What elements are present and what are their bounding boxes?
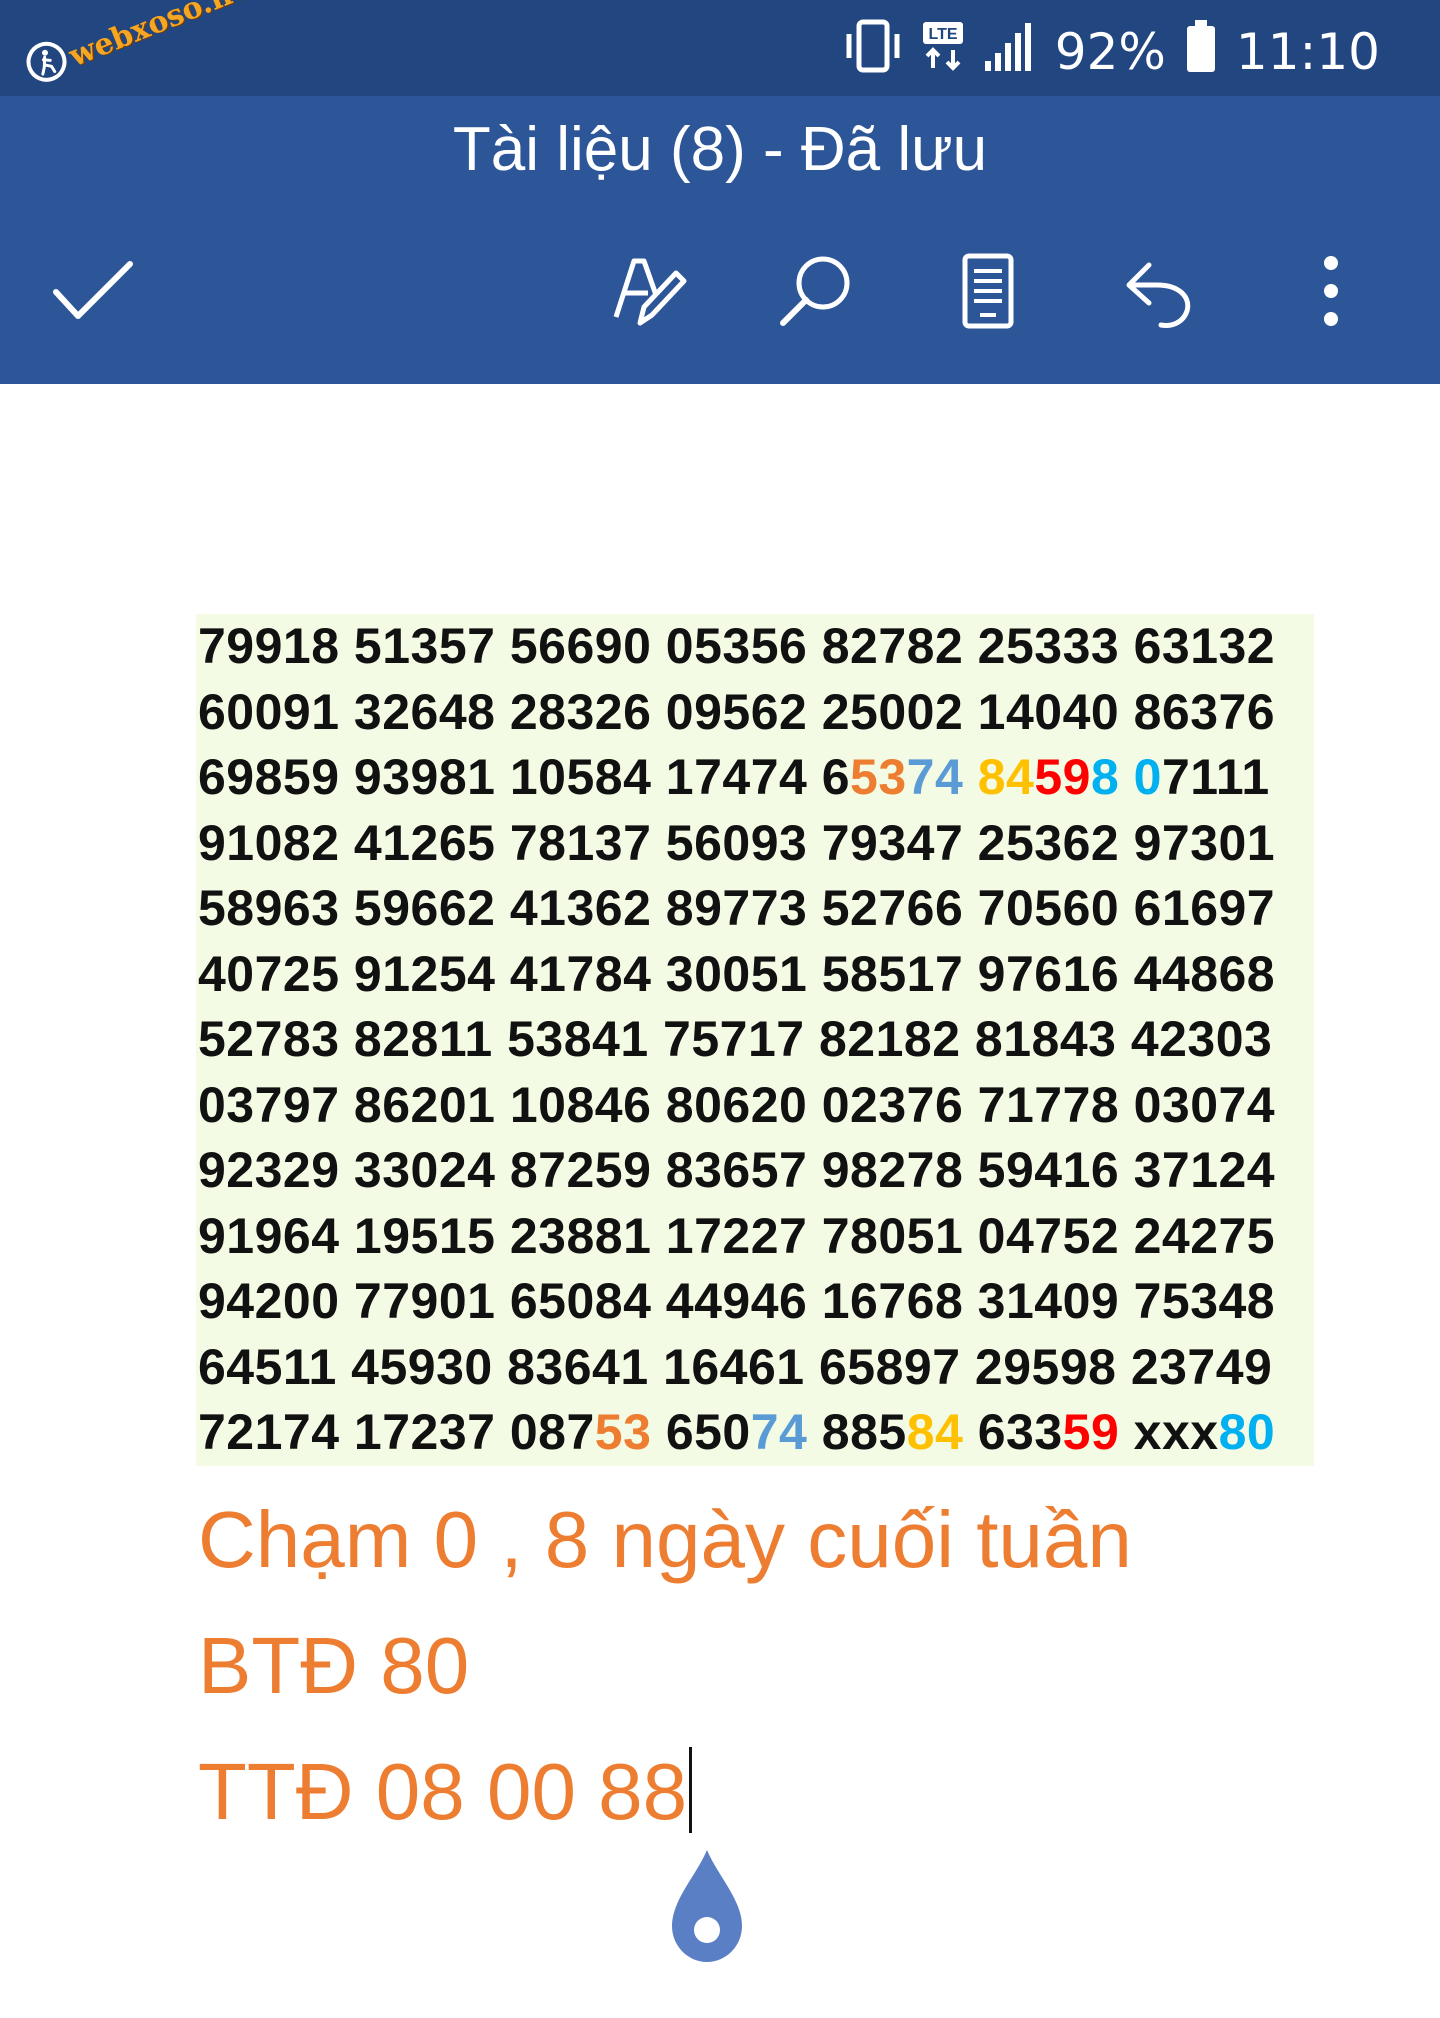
text-cursor	[689, 1747, 693, 1833]
lte-icon: LTE	[921, 18, 965, 86]
more-vertical-icon	[1324, 256, 1338, 326]
reading-view-button[interactable]	[943, 246, 1033, 336]
highlighted-digits: 0	[1133, 749, 1162, 805]
number-text	[963, 749, 977, 805]
status-bar: webxoso.net LTE 92% 11:10	[0, 0, 1440, 96]
number-text: 91964 19515 23881 17227 78051 04752 2427…	[198, 1207, 1276, 1264]
highlighted-digits: 74	[906, 749, 964, 805]
number-table: 79918 51357 56690 05356 82782 25333 6313…	[196, 614, 1314, 1466]
status-icons: LTE 92% 11:10	[843, 18, 1380, 86]
battery-percent: 92%	[1054, 23, 1166, 81]
document-title: Tài liệu (8) - Đã lưu	[452, 115, 988, 184]
highlighted-digits: 8	[1090, 749, 1120, 805]
number-text: 650	[651, 1404, 751, 1460]
check-icon	[53, 261, 133, 319]
vibrate-icon	[843, 18, 903, 86]
number-row: 92329 33024 87259 83657 98278 59416 3712…	[196, 1138, 1314, 1204]
number-text: xxx	[1119, 1404, 1219, 1460]
done-button[interactable]	[48, 246, 138, 336]
search-button[interactable]	[772, 246, 862, 336]
search-icon	[780, 256, 850, 326]
number-text: 03797 86201 10846 80620 02376 71778 0307…	[198, 1076, 1276, 1133]
number-row: 69859 93981 10584 17474 65374 84598 0711…	[196, 745, 1314, 811]
undo-icon	[1126, 262, 1191, 328]
signal-icon	[983, 19, 1037, 85]
cursor-drag-handle[interactable]	[668, 1846, 746, 1971]
highlighted-digits: 53	[594, 1404, 652, 1460]
number-row: 60091 32648 28326 09562 25002 14040 8637…	[196, 679, 1314, 745]
highlighted-digits: 74	[750, 1404, 808, 1460]
number-text: 91082 41265 78137 56093 79347 25362 9730…	[198, 814, 1276, 871]
number-text: 72174 17237 087	[198, 1404, 595, 1460]
note-line-1: Chạm 0 , 8 ngày cuối tuần	[198, 1495, 1132, 1584]
number-text: 885	[807, 1404, 907, 1460]
note-line-3-wrapper: TTĐ 08 00 88	[198, 1746, 693, 1838]
number-row: 64511 45930 83641 16461 65897 29598 2374…	[196, 1334, 1314, 1400]
number-row: 40725 91254 41784 30051 58517 97616 4486…	[196, 941, 1314, 1007]
document-canvas[interactable]: 79918 51357 56690 05356 82782 25333 6313…	[0, 384, 1440, 2018]
number-row: 94200 77901 65084 44946 16768 31409 7534…	[196, 1269, 1314, 1335]
note-line-2: BTĐ 80	[198, 1621, 470, 1710]
highlighted-digits: 84	[977, 749, 1035, 805]
highlighted-digits: 59	[1034, 749, 1091, 805]
drop-handle-icon	[672, 1850, 742, 1962]
note-line-3: TTĐ 08 00 88	[198, 1747, 688, 1836]
number-text: 94200 77901 65084 44946 16768 31409 7534…	[198, 1273, 1276, 1329]
number-row: 72174 17237 08753 65074 88584 63359 xxx8…	[196, 1400, 1314, 1466]
draw-button[interactable]	[605, 246, 695, 336]
number-text: 92329 33024 87259 83657 98278 59416 3712…	[198, 1142, 1276, 1198]
battery-icon	[1184, 18, 1218, 86]
highlighted-digits: 59	[1062, 1404, 1120, 1460]
number-text: 79918 51357 56690 05356 82782 25333 6313…	[198, 618, 1276, 674]
number-text: 633	[963, 1404, 1063, 1460]
number-row: 03797 86201 10846 80620 02376 71778 0307…	[196, 1072, 1314, 1138]
clock: 11:10	[1235, 23, 1380, 81]
number-row: 91082 41265 78137 56093 79347 25362 9730…	[196, 810, 1314, 876]
number-text: 7111	[1161, 749, 1270, 805]
reading-view-icon	[962, 253, 1014, 329]
number-text: 69859 93981 10584 17474 6	[198, 749, 851, 805]
highlighted-digits: 53	[850, 749, 907, 805]
number-text: 60091 32648 28326 09562 25002 14040 8637…	[198, 683, 1276, 740]
number-text: 40725 91254 41784 30051 58517 97616 4486…	[198, 945, 1276, 1002]
number-text: 58963 59662 41362 89773 52766 70560 6169…	[198, 880, 1276, 936]
highlighted-digits: 80	[1218, 1404, 1276, 1460]
app-bar: Tài liệu (8) - Đã lưu	[0, 96, 1440, 384]
number-text: 52783 82811 53841 75717 82182 81843 4230…	[198, 1011, 1273, 1067]
number-row: 58963 59662 41362 89773 52766 70560 6169…	[196, 876, 1314, 942]
number-text: 64511 45930 83641 16461 65897 29598 2374…	[198, 1338, 1273, 1395]
undo-button[interactable]	[1114, 246, 1204, 336]
draw-pen-icon	[613, 258, 687, 326]
number-row: 79918 51357 56690 05356 82782 25333 6313…	[196, 614, 1314, 680]
number-text	[1119, 749, 1133, 805]
number-row: 52783 82811 53841 75717 82182 81843 4230…	[196, 1007, 1314, 1073]
watermark-logo: webxoso.net	[4, 0, 268, 91]
watermark-text: webxoso.net	[64, 0, 268, 75]
highlighted-digits: 84	[906, 1404, 964, 1460]
lte-label: LTE	[928, 26, 957, 43]
number-row: 91964 19515 23881 17227 78051 04752 2427…	[196, 1203, 1314, 1269]
more-options-button[interactable]	[1286, 246, 1376, 336]
